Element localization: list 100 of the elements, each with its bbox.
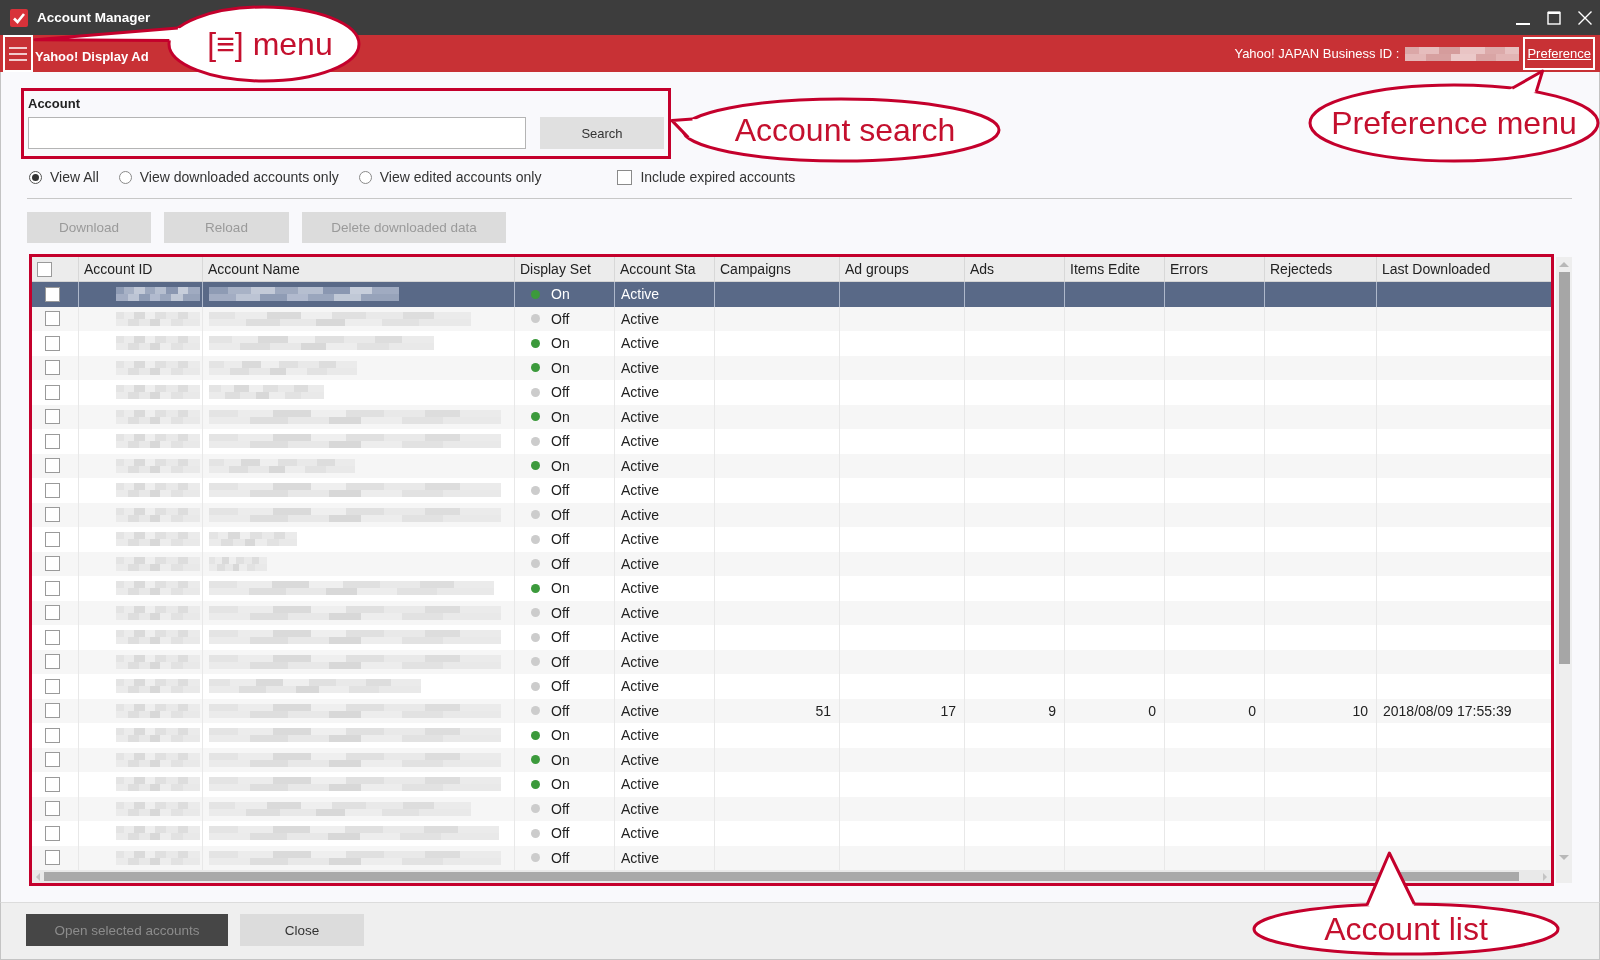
- table-cell: Off: [551, 555, 570, 572]
- view-filter-radio[interactable]: View All: [29, 169, 99, 185]
- table-cell-text: 2018/08/09 17:55:39: [1382, 701, 1513, 721]
- row-checkbox[interactable]: [45, 458, 60, 474]
- column-header[interactable]: Errors: [1165, 257, 1265, 281]
- row-checkbox[interactable]: [45, 752, 60, 768]
- row-checkbox[interactable]: [45, 850, 60, 866]
- select-all-checkbox[interactable]: [37, 261, 52, 277]
- row-checkbox[interactable]: [45, 482, 60, 498]
- product-name: Yahoo! Display Ad: [35, 49, 149, 64]
- column-header[interactable]: Items Edite: [1065, 257, 1165, 281]
- column-header[interactable]: Last Downloaded: [1377, 257, 1551, 281]
- row-checkbox[interactable]: [45, 335, 60, 351]
- scrollbar-thumb[interactable]: [1558, 272, 1570, 664]
- table-cell: On: [551, 776, 570, 793]
- table-cell: On: [551, 457, 570, 474]
- table-cell: Active: [615, 282, 715, 307]
- scroll-left-icon[interactable]: [35, 872, 41, 881]
- table-cell: Off: [551, 800, 570, 817]
- table-cell: Off: [551, 702, 570, 719]
- table-cell: Off: [551, 604, 570, 621]
- row-checkbox[interactable]: [45, 727, 60, 743]
- view-filter-radio[interactable]: View edited accounts only: [358, 169, 542, 185]
- callout-label: Preference menu: [1331, 107, 1577, 139]
- table-cell: On: [551, 727, 570, 744]
- account-input[interactable]: [28, 117, 526, 149]
- maximize-icon: [1546, 10, 1561, 25]
- table-cell: Active: [615, 723, 715, 748]
- row-checkbox[interactable]: [45, 605, 60, 621]
- table-row[interactable]: On Active: [32, 404, 1551, 429]
- row-checkbox[interactable]: [45, 703, 60, 719]
- table-cell: Off: [551, 384, 570, 401]
- search-button[interactable]: Search: [540, 117, 664, 149]
- row-checkbox[interactable]: [45, 507, 60, 523]
- table-cell: Off: [551, 482, 570, 499]
- table-cell: Active: [615, 674, 715, 699]
- table-row[interactable]: Off Active: [32, 600, 1551, 625]
- scroll-right-icon[interactable]: [1542, 872, 1548, 881]
- row-checkbox[interactable]: [45, 776, 60, 792]
- table-row[interactable]: Off Active: [32, 551, 1551, 576]
- table-cell: Off: [551, 629, 570, 646]
- row-checkbox[interactable]: [45, 286, 60, 302]
- table-row[interactable]: Off Active: [32, 649, 1551, 674]
- table-row[interactable]: Off Active: [32, 306, 1551, 331]
- table-cell: Off: [551, 506, 570, 523]
- menu-button[interactable]: [3, 35, 33, 72]
- table-cell: Active: [615, 625, 715, 650]
- table-cell: Active: [615, 478, 715, 503]
- row-checkbox[interactable]: [45, 409, 60, 425]
- row-checkbox[interactable]: [45, 360, 60, 376]
- row-checkbox[interactable]: [45, 654, 60, 670]
- table-row[interactable]: Off Active: [32, 796, 1551, 821]
- preference-link[interactable]: Preference: [1523, 37, 1595, 70]
- window-title: Account Manager: [37, 10, 151, 25]
- close-icon: [1577, 10, 1592, 25]
- table-row[interactable]: Off Active 51 17 9 0 0 10 2018/08/09 17:55:39: [32, 698, 1551, 723]
- table-row[interactable]: Off Active: [32, 502, 1551, 527]
- row-checkbox[interactable]: [45, 433, 60, 449]
- table-cell: Off: [551, 678, 570, 695]
- menu-icon: [9, 46, 27, 61]
- table-row[interactable]: Off Active: [32, 845, 1551, 870]
- callout-label: Account search: [734, 114, 956, 146]
- column-header[interactable]: Display Set: [515, 257, 615, 281]
- row-checkbox[interactable]: [45, 580, 60, 596]
- table-cell: Active: [615, 527, 715, 552]
- account-label: Account: [28, 96, 81, 112]
- row-checkbox[interactable]: [45, 311, 60, 327]
- business-id-label: Yahoo! JAPAN Business ID :: [1234, 46, 1400, 61]
- scrollbar-thumb[interactable]: [44, 872, 1519, 881]
- table-cell: Off: [551, 310, 570, 327]
- column-header[interactable]: Account Sta: [615, 257, 715, 281]
- footer-button[interactable]: Close: [240, 914, 364, 946]
- row-checkbox[interactable]: [45, 678, 60, 694]
- column-header[interactable]: Campaigns: [715, 257, 840, 281]
- table-row[interactable]: On Active: [32, 747, 1551, 772]
- row-checkbox[interactable]: [45, 556, 60, 572]
- column-header[interactable]: Ad groups: [840, 257, 965, 281]
- row-checkbox[interactable]: [45, 629, 60, 645]
- table-cell: On: [551, 408, 570, 425]
- scroll-down-icon[interactable]: [1559, 855, 1569, 861]
- column-header[interactable]: Ads: [965, 257, 1065, 281]
- column-header[interactable]: Account Name: [203, 257, 515, 281]
- table-row[interactable]: On Active: [32, 282, 1551, 307]
- table-cell: Active: [615, 429, 715, 454]
- include-expired-checkbox[interactable]: Include expired accounts: [617, 169, 796, 185]
- row-checkbox[interactable]: [45, 801, 60, 817]
- row-checkbox[interactable]: [45, 825, 60, 841]
- column-header[interactable]: Account ID: [79, 257, 203, 281]
- table-cell: On: [551, 359, 570, 376]
- callout-label: [≡] menu: [207, 28, 333, 60]
- table-row[interactable]: On Active: [32, 453, 1551, 478]
- table-row[interactable]: On Active: [32, 355, 1551, 380]
- row-checkbox[interactable]: [45, 531, 60, 547]
- column-header[interactable]: Rejecteds: [1265, 257, 1377, 281]
- view-filter-radio[interactable]: View downloaded accounts only: [118, 169, 339, 185]
- row-checkbox[interactable]: [45, 384, 60, 400]
- scroll-up-icon[interactable]: [1559, 261, 1569, 267]
- pixelated-block: [209, 556, 267, 571]
- table-cell: Active: [615, 331, 715, 356]
- table-cell: On: [551, 335, 570, 352]
